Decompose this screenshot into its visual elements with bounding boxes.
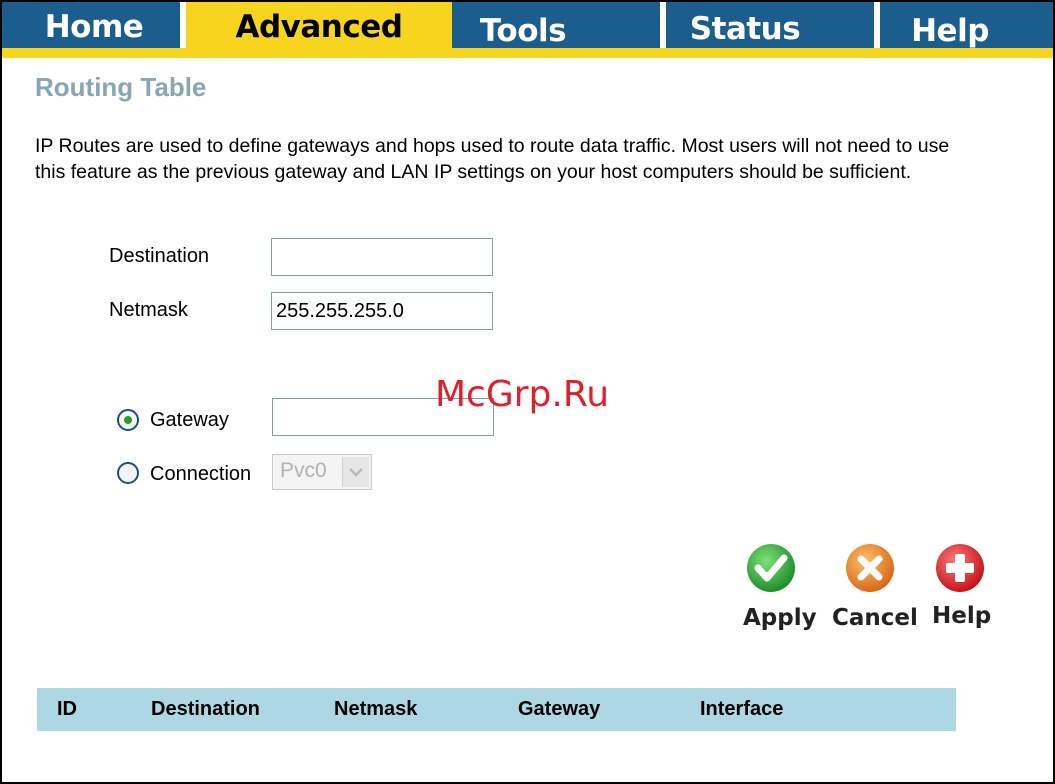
- column-header-id: ID: [57, 698, 77, 720]
- connection-label: Connection: [150, 463, 252, 485]
- router-admin-page: Home Advanced Tools Status Help Routing …: [0, 0, 1055, 784]
- gateway-input[interactable]: [272, 398, 494, 436]
- tab-bar-underline: [2, 48, 1053, 58]
- plus-icon: [934, 542, 986, 599]
- column-header-netmask: Netmask: [334, 698, 418, 720]
- tab-help[interactable]: Help: [880, 2, 1020, 49]
- connection-select[interactable]: Pvc0: [272, 454, 372, 490]
- tab-home[interactable]: Home: [8, 2, 180, 48]
- chevron-down-icon: [342, 457, 369, 487]
- column-header-gateway: Gateway: [518, 698, 601, 720]
- column-header-destination: Destination: [151, 698, 260, 720]
- netmask-input[interactable]: [271, 292, 493, 330]
- checkmark-icon: [745, 542, 797, 599]
- connection-radio[interactable]: [117, 462, 139, 484]
- destination-input[interactable]: [271, 238, 493, 276]
- routing-table-header: ID Destination Netmask Gateway Interface: [37, 688, 956, 731]
- page-title: Routing Table: [35, 72, 207, 102]
- tab-status[interactable]: Status: [666, 2, 824, 48]
- radio-selected-dot: [124, 416, 132, 424]
- netmask-label: Netmask: [109, 299, 188, 321]
- close-icon: [844, 542, 896, 599]
- help-label: Help: [932, 603, 992, 629]
- tab-advanced[interactable]: Advanced: [186, 2, 452, 58]
- gateway-radio[interactable]: [117, 409, 139, 431]
- tab-tools[interactable]: Tools: [454, 2, 592, 49]
- gateway-label: Gateway: [150, 409, 229, 431]
- connection-select-value: Pvc0: [280, 459, 327, 482]
- destination-label: Destination: [109, 245, 210, 267]
- cancel-label: Cancel: [832, 605, 918, 631]
- apply-label: Apply: [743, 605, 817, 631]
- column-header-interface: Interface: [700, 698, 784, 720]
- page-description: IP Routes are used to define gateways an…: [35, 135, 950, 183]
